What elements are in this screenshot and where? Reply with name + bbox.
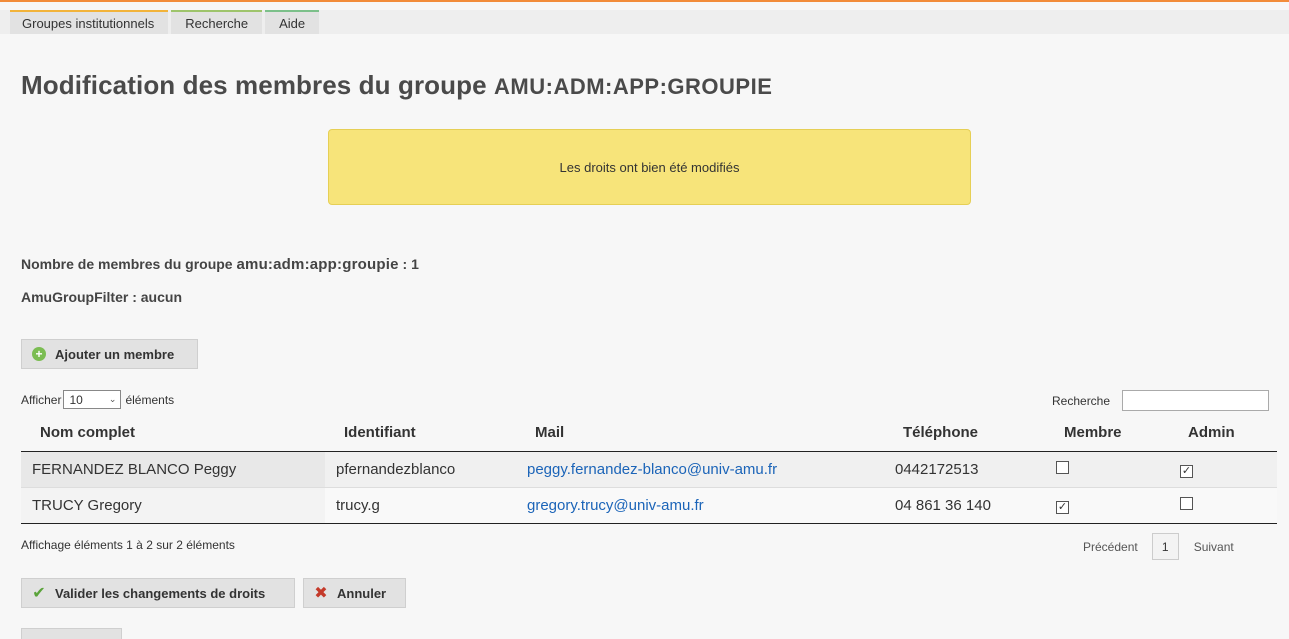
admin-checkbox[interactable]: ✓ bbox=[1180, 464, 1193, 478]
back-button[interactable] bbox=[21, 628, 122, 639]
search-input[interactable] bbox=[1122, 390, 1270, 411]
cell-member: ✓ bbox=[1045, 486, 1169, 524]
cell-member bbox=[1045, 450, 1169, 487]
column-header-mail[interactable]: Mail bbox=[516, 415, 884, 452]
next-page-button[interactable]: Suivant bbox=[1194, 540, 1234, 554]
validate-label: Valider les changements de droits bbox=[55, 585, 266, 601]
checkmark-icon: ✔ bbox=[32, 585, 46, 602]
members-count-value: : 1 bbox=[402, 256, 419, 272]
member-checkbox[interactable] bbox=[1056, 460, 1069, 474]
previous-page-button[interactable]: Précédent bbox=[1083, 540, 1138, 554]
cell-phone: 0442172513 bbox=[884, 450, 1045, 487]
members-count-label: Nombre de membres du groupe bbox=[21, 256, 233, 272]
table-info: Affichage éléments 1 à 2 sur 2 éléments bbox=[21, 538, 235, 552]
cancel-label: Annuler bbox=[337, 585, 387, 601]
admin-checkbox[interactable] bbox=[1180, 496, 1193, 510]
page-length-control: Afficher 10 ⌄ éléments bbox=[21, 390, 174, 409]
top-accent-line bbox=[0, 0, 1289, 2]
table-row: TRUCY Gregory trucy.g gregory.trucy@univ… bbox=[21, 486, 1277, 524]
page-length-select[interactable]: 10 ⌄ bbox=[63, 390, 122, 409]
column-header-membre[interactable]: Membre bbox=[1045, 415, 1169, 452]
column-header-admin[interactable]: Admin bbox=[1169, 415, 1277, 452]
page-title-group: AMU:ADM:APP:GROUPIE bbox=[494, 74, 773, 99]
page-title: Modification des membres du groupe AMU:A… bbox=[21, 70, 772, 101]
cell-admin bbox=[1169, 486, 1277, 524]
cell-phone: 04 861 36 140 bbox=[884, 486, 1045, 524]
tab-groupes-institutionnels[interactable]: Groupes institutionnels bbox=[10, 10, 169, 34]
page-length-value: 10 bbox=[69, 392, 83, 407]
cell-name: TRUCY Gregory bbox=[21, 486, 325, 524]
pagination: Précédent 1 Suivant bbox=[1083, 533, 1234, 560]
members-count-group: amu:adm:app:groupie bbox=[236, 256, 399, 273]
table-search: Recherche bbox=[1052, 390, 1270, 411]
add-member-label: Ajouter un membre bbox=[55, 346, 175, 362]
cell-mail: peggy.fernandez-blanco@univ-amu.fr bbox=[516, 450, 884, 487]
close-icon: ✖ bbox=[314, 585, 328, 602]
success-alert-message: Les droits ont bien été modifiés bbox=[559, 159, 740, 175]
page-button-current[interactable]: 1 bbox=[1151, 533, 1179, 560]
cell-name: FERNANDEZ BLANCO Peggy bbox=[21, 450, 325, 487]
column-header-identifiant[interactable]: Identifiant bbox=[325, 415, 516, 452]
cell-uid: trucy.g bbox=[325, 486, 516, 524]
table-row: FERNANDEZ BLANCO Peggy pfernandezblanco … bbox=[21, 450, 1277, 487]
mail-link[interactable]: gregory.trucy@univ-amu.fr bbox=[527, 497, 704, 514]
page-length-prefix: Afficher bbox=[21, 392, 62, 407]
tab-recherche[interactable]: Recherche bbox=[171, 10, 263, 34]
add-member-button[interactable]: + Ajouter un membre bbox=[21, 339, 198, 369]
cell-mail: gregory.trucy@univ-amu.fr bbox=[516, 486, 884, 524]
cell-admin: ✓ bbox=[1169, 450, 1277, 487]
tab-aide[interactable]: Aide bbox=[265, 10, 320, 34]
chevron-down-icon: ⌄ bbox=[108, 394, 117, 404]
cell-uid: pfernandezblanco bbox=[325, 450, 516, 487]
group-filter-line: AmuGroupFilter : aucun bbox=[21, 289, 182, 305]
page-title-prefix: Modification des membres du groupe bbox=[21, 70, 487, 100]
success-alert: Les droits ont bien été modifiés bbox=[328, 129, 971, 205]
main-nav: Groupes institutionnels Recherche Aide bbox=[10, 10, 322, 34]
column-header-telephone[interactable]: Téléphone bbox=[884, 415, 1045, 452]
page-length-suffix: éléments bbox=[125, 392, 175, 407]
member-checkbox[interactable]: ✓ bbox=[1056, 500, 1069, 514]
cancel-button[interactable]: ✖ Annuler bbox=[303, 578, 406, 608]
validate-button[interactable]: ✔ Valider les changements de droits bbox=[21, 578, 295, 608]
table-header-row: Nom complet Identifiant Mail Téléphone M… bbox=[21, 415, 1277, 452]
search-label: Recherche bbox=[1052, 393, 1111, 408]
column-header-nom[interactable]: Nom complet bbox=[21, 415, 325, 452]
plus-circle-icon: + bbox=[32, 347, 46, 361]
members-table: Nom complet Identifiant Mail Téléphone M… bbox=[21, 415, 1277, 524]
members-count-line: Nombre de membres du groupe amu:adm:app:… bbox=[21, 256, 419, 273]
mail-link[interactable]: peggy.fernandez-blanco@univ-amu.fr bbox=[527, 461, 777, 478]
